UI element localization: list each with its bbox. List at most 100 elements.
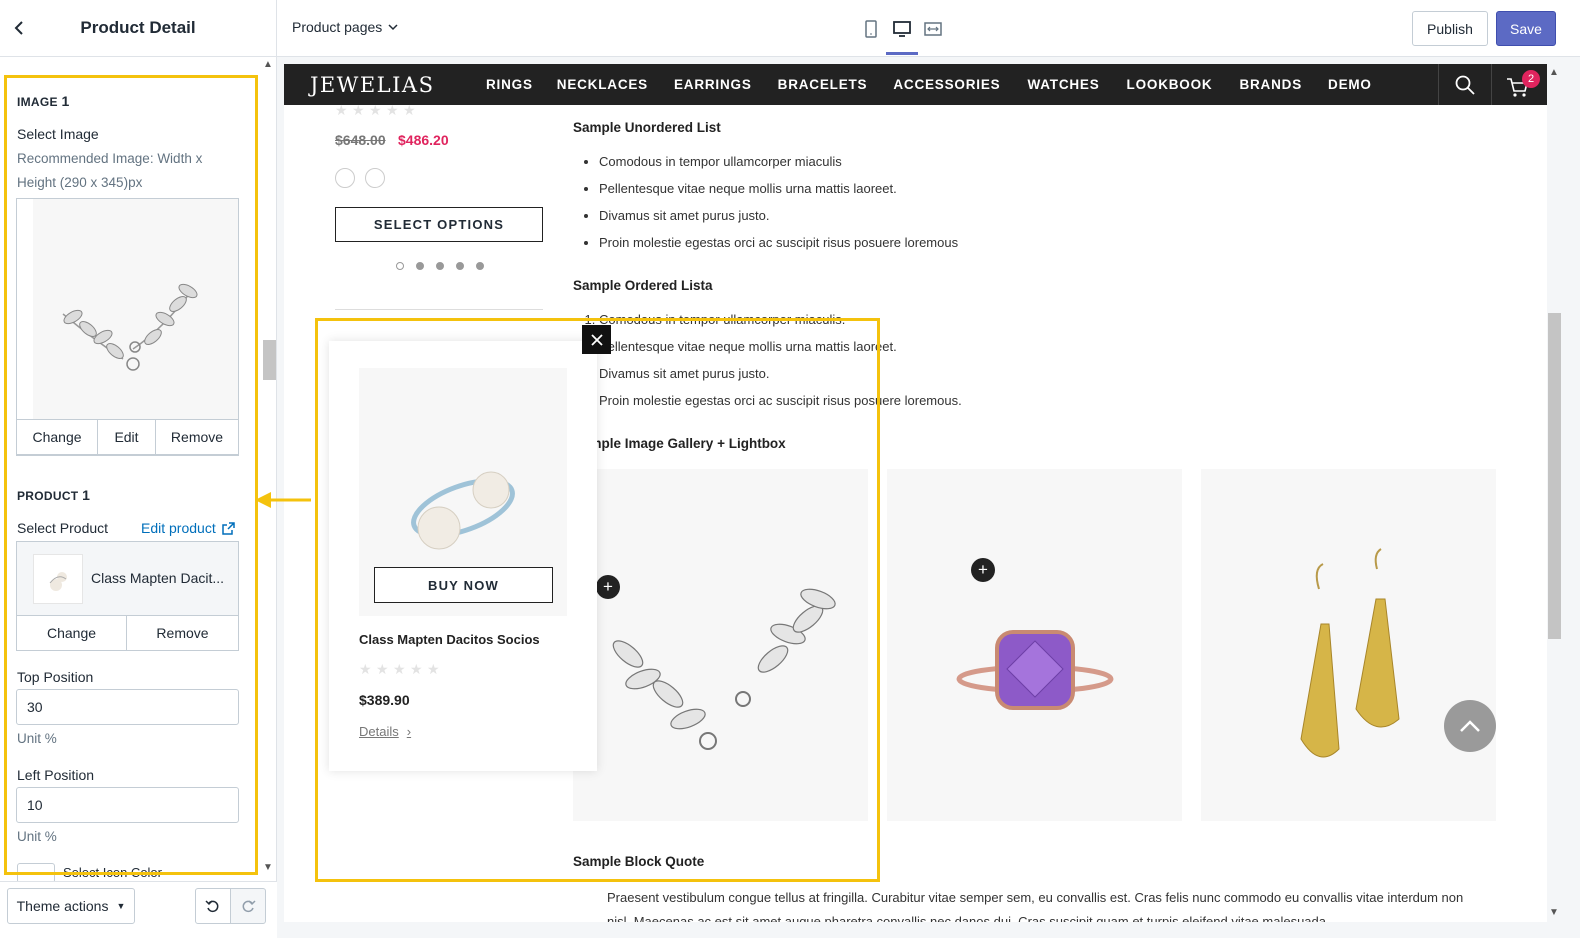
preview-scrollbar[interactable]: ▲ ▼ <box>1545 57 1563 927</box>
popup-product-name[interactable]: Class Mapten Dacitos Socios <box>359 632 540 647</box>
store-preview-frame[interactable]: JEWELIAS RINGS NECKLACES EARRINGS BRACEL… <box>284 64 1547 922</box>
undo-button[interactable] <box>195 888 231 924</box>
star-icon: ★ <box>427 661 440 677</box>
menu-item-bracelets[interactable]: BRACELETS <box>778 77 868 92</box>
sidebar-title: Product Detail <box>80 18 196 37</box>
icon-color-swatch[interactable] <box>17 863 55 881</box>
carousel-dot[interactable] <box>436 262 444 270</box>
lightbox-plus-icon[interactable]: + <box>971 558 995 582</box>
unordered-list: Comodous in tempor ullamcorper miaculis … <box>599 154 958 262</box>
image-actions: Change Edit Remove <box>16 419 239 455</box>
product-section-title: PRODUCT 1 <box>17 487 91 503</box>
desktop-view-button[interactable] <box>891 18 913 40</box>
gallery-image-ring[interactable]: + <box>887 469 1182 821</box>
unordered-list-title: Sample Unordered List <box>573 120 721 135</box>
menu-item-demo[interactable]: DEMO <box>1328 77 1372 92</box>
fullwidth-icon <box>924 22 942 36</box>
external-link-icon <box>221 521 235 535</box>
carousel-dot[interactable] <box>396 262 404 270</box>
fullwidth-view-button[interactable] <box>922 18 944 40</box>
product-actions: Change Remove <box>16 615 239 651</box>
menu-item-brands[interactable]: BRANDS <box>1239 77 1302 92</box>
list-item: Pellentesque vitae neque mollis urna mat… <box>599 181 958 196</box>
left-position-input[interactable]: 10 <box>16 787 239 823</box>
close-popup-button[interactable] <box>582 325 611 354</box>
left-position-unit: Unit % <box>17 829 57 844</box>
divider <box>335 309 543 310</box>
lightbox-plus-icon[interactable]: + <box>596 575 620 599</box>
star-icon: ★ <box>335 102 348 118</box>
scroll-to-top-button[interactable] <box>1444 700 1496 752</box>
selected-product-card: Class Mapten Dacit... <box>16 541 239 615</box>
carousel-dot[interactable] <box>416 262 424 270</box>
menu-item-necklaces[interactable]: NECKLACES <box>557 77 648 92</box>
popup-product-price: $389.90 <box>359 692 410 708</box>
save-button[interactable]: Save <box>1496 11 1556 46</box>
scroll-down-icon[interactable]: ▼ <box>261 863 275 873</box>
scroll-up-icon[interactable]: ▲ <box>261 60 275 70</box>
edit-image-button[interactable]: Edit <box>98 420 156 454</box>
top-position-label: Top Position <box>17 669 94 685</box>
cart-count-badge: 2 <box>1522 70 1540 88</box>
edit-product-link[interactable]: Edit product <box>141 520 235 536</box>
buy-now-button[interactable]: BUY NOW <box>374 567 553 603</box>
star-icon: ★ <box>410 661 423 677</box>
popup-details-link[interactable]: Details › <box>359 724 411 739</box>
ordered-list-title: Sample Ordered Lista <box>573 278 713 293</box>
scroll-up-icon[interactable]: ▲ <box>1545 67 1563 78</box>
remove-product-button[interactable]: Remove <box>127 616 238 650</box>
change-image-button[interactable]: Change <box>17 420 98 454</box>
search-button[interactable] <box>1438 64 1492 105</box>
theme-actions-label: Theme actions <box>16 898 109 914</box>
close-icon <box>590 333 603 346</box>
color-swatch[interactable] <box>365 168 385 188</box>
amethyst-ring-image <box>956 630 1114 710</box>
active-view-indicator <box>886 52 918 55</box>
chevron-up-icon <box>1460 720 1480 732</box>
sidebar-content[interactable]: IMAGE 1 Select Image Recommended Image: … <box>0 57 277 881</box>
store-logo[interactable]: JEWELIAS <box>310 73 434 97</box>
menu-item-earrings[interactable]: EARRINGS <box>674 77 752 92</box>
scroll-down-icon[interactable]: ▼ <box>1545 907 1563 918</box>
redo-icon <box>242 900 256 913</box>
publish-button[interactable]: Publish <box>1412 11 1488 46</box>
theme-actions-button[interactable]: Theme actions ▼ <box>7 888 135 924</box>
scrollbar-thumb[interactable] <box>263 340 276 380</box>
product-rating: ★ ★ ★ ★ ★ <box>335 102 416 118</box>
carousel-dot[interactable] <box>456 262 464 270</box>
remove-image-button[interactable]: Remove <box>156 420 238 454</box>
mobile-icon <box>865 20 877 38</box>
sidebar-header: Product Detail <box>0 0 276 57</box>
star-icon: ★ <box>403 102 416 118</box>
color-swatch[interactable] <box>335 168 355 188</box>
gallery-image-earrings[interactable]: + <box>573 469 868 821</box>
caret-down-icon: ▼ <box>116 901 126 911</box>
menu-item-rings[interactable]: RINGS <box>486 77 533 92</box>
sidebar-scrollbar[interactable]: ▲ ▼ <box>261 57 276 881</box>
list-item: Proin molestie egestas orci ac suscipit … <box>599 393 962 408</box>
carousel-dot[interactable] <box>476 262 484 270</box>
menu-item-watches[interactable]: WATCHES <box>1027 77 1099 92</box>
block-quote-text: Praesent vestibulum congue tellus at fri… <box>607 890 1464 922</box>
change-product-button[interactable]: Change <box>17 616 127 650</box>
menu-item-accessories[interactable]: ACCESSORIES <box>893 77 1000 92</box>
star-icon: ★ <box>393 661 406 677</box>
cart-button[interactable]: 2 <box>1506 70 1540 98</box>
menu-item-lookbook[interactable]: LOOKBOOK <box>1127 77 1213 92</box>
gallery-image-drop-earrings[interactable] <box>1201 469 1496 821</box>
page-type-select[interactable]: Product pages <box>292 19 398 35</box>
sidebar-footer: Theme actions ▼ <box>0 881 277 938</box>
select-options-button[interactable]: SELECT OPTIONS <box>335 207 543 242</box>
gold-earrings-image <box>1300 548 1400 758</box>
gallery-title: Sample Image Gallery + Lightbox <box>573 436 786 451</box>
star-icon: ★ <box>352 102 365 118</box>
redo-button[interactable] <box>230 888 266 924</box>
store-navbar: JEWELIAS RINGS NECKLACES EARRINGS BRACEL… <box>284 64 1547 105</box>
top-position-input[interactable]: 30 <box>16 689 239 725</box>
search-icon <box>1455 75 1475 95</box>
mobile-view-button[interactable] <box>860 18 882 40</box>
select-image-label: Select Image <box>17 126 99 142</box>
scrollbar-thumb[interactable] <box>1548 313 1561 639</box>
list-item: Divamus sit amet purus justo. <box>599 366 962 381</box>
carousel-dots <box>396 262 484 270</box>
